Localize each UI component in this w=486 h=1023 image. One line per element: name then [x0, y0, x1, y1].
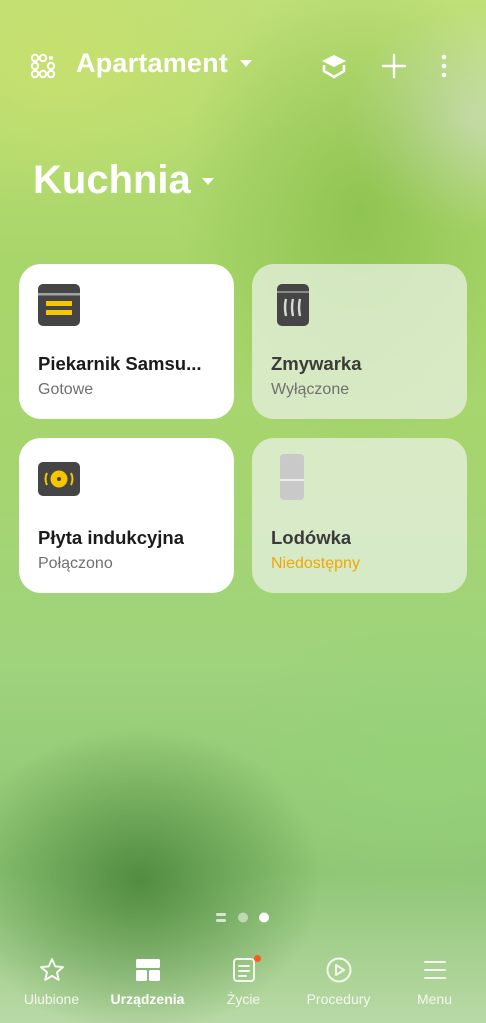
device-name: Płyta indukcyjna	[38, 527, 184, 548]
device-status: Gotowe	[38, 381, 94, 398]
room-selector[interactable]: Kuchnia	[33, 158, 191, 203]
device-name: Zmywarka	[271, 353, 362, 374]
nav-menu[interactable]: Menu	[386, 950, 483, 1023]
caret-down-icon[interactable]	[240, 60, 252, 67]
top-bar: Apartament	[0, 0, 486, 130]
notification-badge	[254, 955, 261, 962]
dishwasher-icon	[277, 284, 319, 326]
devices-grid-icon	[134, 956, 162, 984]
device-card-oven[interactable]: Piekarnik Samsu... Gotowe	[19, 264, 234, 419]
fridge-icon	[280, 454, 322, 500]
plus-icon[interactable]	[378, 50, 410, 82]
star-icon	[38, 956, 66, 984]
nav-routines[interactable]: Procedury	[290, 950, 387, 1023]
device-card-cooktop[interactable]: Płyta indukcyjna Połączono	[19, 438, 234, 593]
home-selector[interactable]: Apartament	[76, 48, 228, 79]
nav-life[interactable]: Życie	[195, 950, 292, 1023]
device-card-fridge[interactable]: Lodówka Niedostępny	[252, 438, 467, 593]
page-indicator	[214, 911, 274, 925]
device-name: Lodówka	[271, 527, 352, 548]
nav-devices[interactable]: Urządzenia	[99, 950, 196, 1023]
device-status: Połączono	[38, 555, 113, 572]
hamburger-menu-icon	[421, 956, 449, 984]
bottom-navigation: Ulubione Urządzenia Życie Procedury Menu	[0, 950, 486, 1023]
device-status: Wyłączone	[271, 381, 350, 398]
3d-map-icon[interactable]	[318, 50, 350, 82]
nav-label: Urządzenia	[110, 991, 185, 1007]
cooktop-icon	[38, 458, 80, 500]
home-layout-icon[interactable]	[30, 53, 56, 79]
nav-label: Menu	[416, 991, 453, 1007]
more-vertical-icon[interactable]	[428, 50, 460, 82]
nav-label: Życie	[226, 991, 261, 1007]
nav-label: Ulubione	[23, 991, 80, 1007]
life-icon	[230, 956, 258, 984]
play-circle-icon	[325, 956, 353, 984]
device-status: Niedostępny	[271, 555, 360, 572]
oven-icon	[38, 284, 80, 326]
device-name: Piekarnik Samsu...	[38, 353, 202, 374]
room-caret-down-icon[interactable]	[202, 178, 214, 185]
nav-label: Procedury	[306, 991, 371, 1007]
nav-favorites[interactable]: Ulubione	[3, 950, 100, 1023]
device-card-dishwasher[interactable]: Zmywarka Wyłączone	[252, 264, 467, 419]
